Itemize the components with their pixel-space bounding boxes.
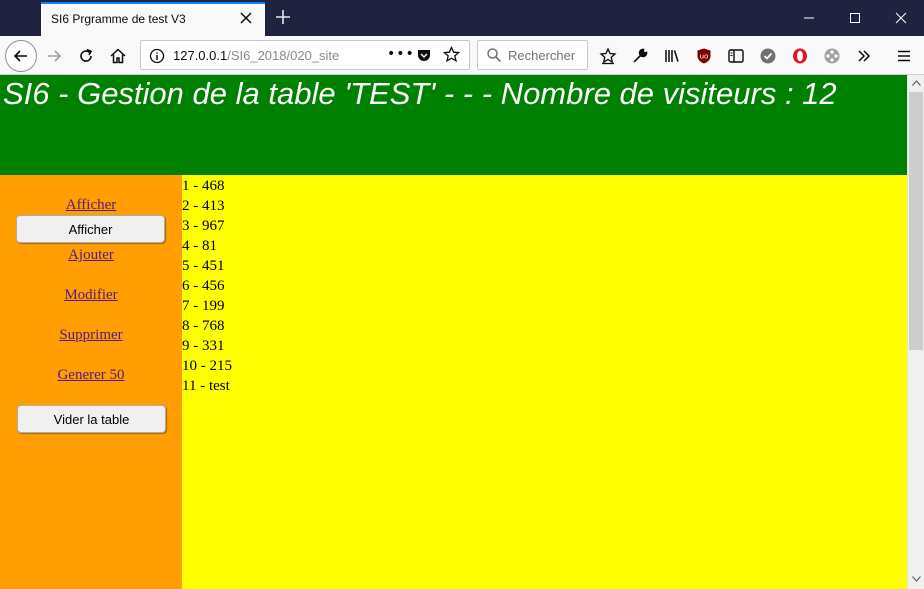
list-item: 3 - 967 [182, 218, 225, 234]
list-item: 5 - 451 [182, 258, 225, 274]
list-item: 10 - 215 [182, 358, 232, 374]
generer-50-link[interactable]: Generer 50 [0, 367, 182, 384]
overflow-chevron-icon[interactable] [850, 42, 878, 70]
list-item: 1 - 468 [182, 178, 225, 194]
library-icon[interactable] [658, 42, 686, 70]
tab-title: SI6 Prgramme de test V3 [51, 12, 186, 26]
browser-tab[interactable]: SI6 Prgramme de test V3 [41, 2, 265, 36]
svg-text:uo: uo [700, 53, 709, 61]
new-tab-icon[interactable] [272, 5, 294, 29]
list-item: 9 - 331 [182, 338, 225, 354]
page-viewport: SI6 - Gestion de la table 'TEST' - - - N… [0, 75, 907, 589]
minimize-icon[interactable] [786, 0, 832, 36]
info-icon[interactable] [149, 48, 165, 68]
search-placeholder: Rechercher [508, 48, 576, 63]
hamburger-menu-icon[interactable] [890, 42, 918, 70]
bookmark-star-icon[interactable] [442, 45, 461, 67]
tab-close-icon[interactable] [237, 9, 255, 27]
film-reel-icon[interactable] [818, 42, 846, 70]
list-item: 4 - 81 [182, 238, 217, 254]
pocket-icon[interactable] [416, 47, 432, 67]
page-actions-icon[interactable]: ••• [387, 46, 415, 62]
url-host: 127.0.0.1 [173, 48, 228, 63]
scroll-down-arrow-icon[interactable] [908, 571, 924, 587]
vider-la-table-button[interactable]: Vider la table [17, 405, 166, 433]
list-item: 8 - 768 [182, 318, 225, 334]
search-bar[interactable]: Rechercher [477, 40, 588, 70]
home-icon[interactable] [104, 42, 132, 70]
list-item: 11 - test [182, 378, 230, 394]
navigation-toolbar: 127.0.0.1/SI6_2018/020_site ••• Recherch… [0, 36, 924, 75]
bookmark-add-icon[interactable] [594, 42, 622, 70]
window-close-icon[interactable] [878, 0, 924, 36]
page-title: SI6 - Gestion de la table 'TEST' - - - N… [3, 76, 837, 111]
opera-icon[interactable] [786, 42, 814, 70]
url-path: /SI6_2018/020_site [227, 48, 340, 63]
ublock-icon[interactable]: uo [690, 42, 718, 70]
afficher-link[interactable]: Afficher [0, 197, 182, 214]
supprimer-link[interactable]: Supprimer [0, 327, 182, 344]
ajouter-link[interactable]: Ajouter [0, 247, 182, 264]
reload-icon[interactable] [72, 42, 100, 70]
check-extension-icon[interactable] [754, 42, 782, 70]
maximize-icon[interactable] [832, 0, 878, 36]
records-list: 1 - 468 2 - 413 3 - 967 4 - 81 5 - 451 6… [182, 175, 907, 589]
wrench-icon[interactable] [626, 42, 654, 70]
scroll-up-arrow-icon[interactable] [908, 75, 924, 91]
afficher-button[interactable]: Afficher [16, 215, 165, 243]
list-item: 6 - 456 [182, 278, 225, 294]
search-icon [486, 47, 502, 67]
sidebar-menu: Afficher Afficher Ajouter Modifier Suppr… [0, 175, 182, 589]
forward-arrow-icon[interactable] [40, 42, 68, 70]
scrollbar-thumb[interactable] [909, 92, 923, 350]
page-header: SI6 - Gestion de la table 'TEST' - - - N… [0, 75, 907, 175]
browser-title-bar: SI6 Prgramme de test V3 [0, 0, 924, 36]
url-bar[interactable]: 127.0.0.1/SI6_2018/020_site ••• [140, 40, 470, 70]
back-arrow-icon[interactable] [5, 40, 37, 72]
vertical-scrollbar[interactable] [907, 75, 924, 589]
list-item: 7 - 199 [182, 298, 225, 314]
url-text: 127.0.0.1/SI6_2018/020_site [173, 48, 381, 63]
list-item: 2 - 413 [182, 198, 225, 214]
sidebar-toggle-icon[interactable] [722, 42, 750, 70]
modifier-link[interactable]: Modifier [0, 287, 182, 304]
